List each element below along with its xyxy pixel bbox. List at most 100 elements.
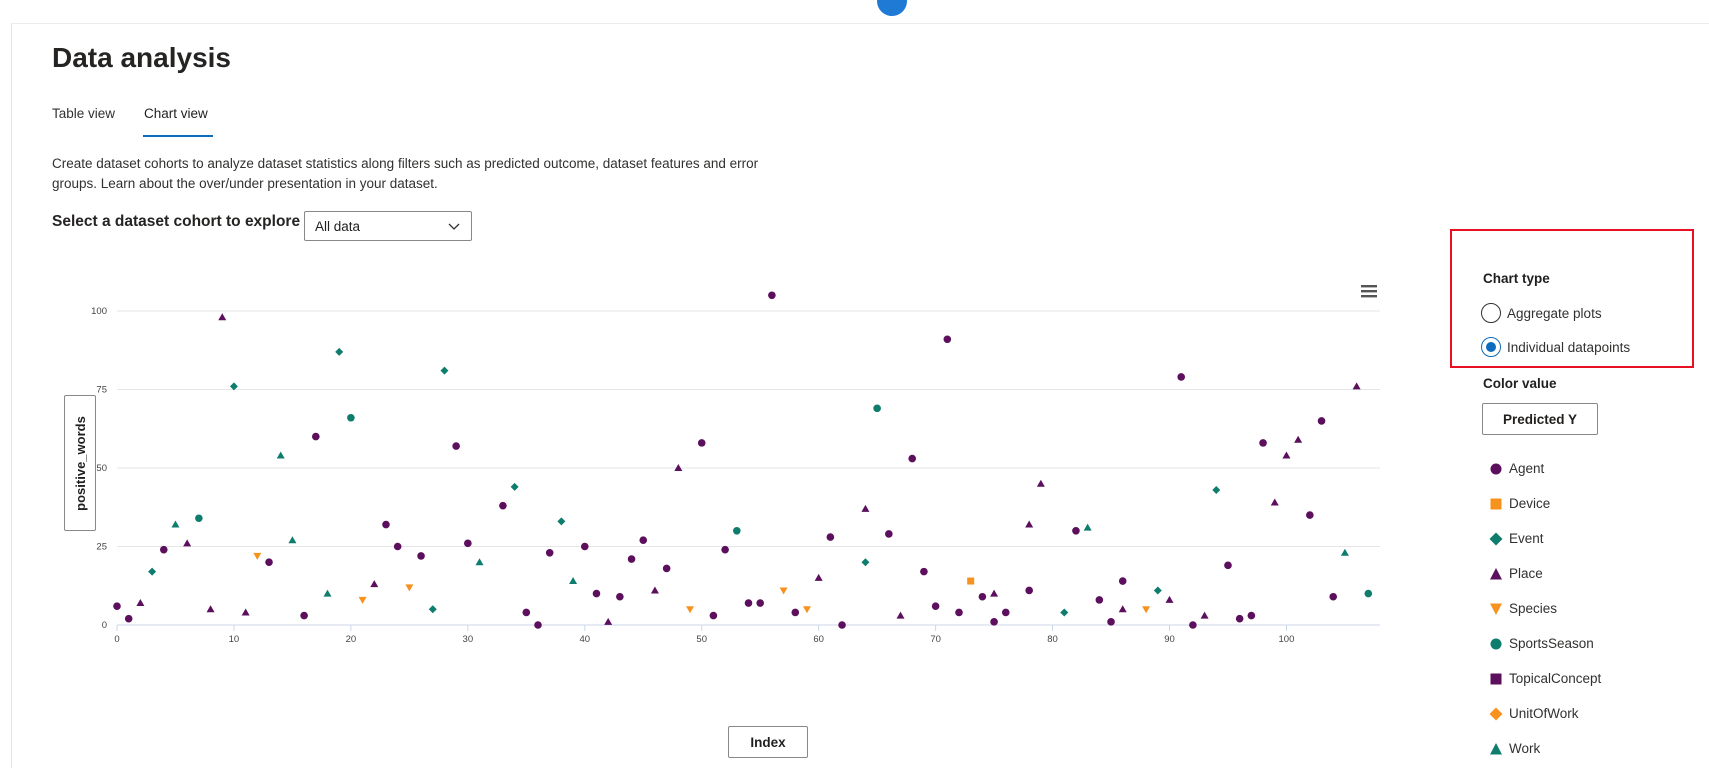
legend-item-agent[interactable]: Agent: [1489, 451, 1601, 486]
x-axis-selector-button[interactable]: Index: [728, 726, 808, 758]
point-place: [1270, 498, 1279, 506]
point-agent: [1259, 439, 1267, 447]
point-work: [475, 558, 484, 566]
info-badge-icon[interactable]: [877, 0, 907, 16]
page-description: Create dataset cohorts to analyze datase…: [52, 156, 759, 191]
point-agent: [1177, 373, 1185, 381]
point-sportsseason: [195, 514, 203, 523]
point-place: [990, 589, 999, 597]
point-agent: [1118, 577, 1127, 585]
diamond-icon: [1489, 707, 1503, 720]
radio-aggregate-plots[interactable]: Aggregate plots: [1481, 303, 1602, 323]
point-agent: [1224, 561, 1232, 570]
y-tick-label: 25: [96, 542, 107, 553]
point-species: [686, 606, 695, 614]
legend-item-place[interactable]: Place: [1489, 556, 1601, 591]
point-agent: [124, 614, 133, 623]
point-event: [428, 605, 437, 614]
legend-item-event[interactable]: Event: [1489, 521, 1601, 556]
triangle-down-icon: [1490, 603, 1502, 615]
point-species: [802, 606, 811, 614]
circle-icon: [1490, 638, 1502, 649]
point-event: [335, 347, 344, 356]
point-agent: [1025, 586, 1033, 595]
diamond-icon: [1489, 532, 1503, 545]
point-work: [569, 577, 578, 585]
point-agent: [885, 530, 893, 538]
legend-item-topicalconcept[interactable]: TopicalConcept: [1489, 661, 1601, 696]
y-axis-selector-button[interactable]: positive_words: [64, 395, 96, 531]
chart-legend: Agent Device Event Place Species SportsSeason…: [1489, 451, 1601, 766]
point-agent: [639, 536, 648, 545]
legend-label: Work: [1509, 741, 1541, 756]
point-agent: [1329, 592, 1338, 601]
point-sportsseason: [733, 527, 741, 535]
point-agent: [943, 335, 952, 344]
point-agent: [300, 611, 308, 620]
point-agent: [768, 291, 776, 300]
scatter-chart: 0 25 50 75 100 0 10 20 30 40 50 60 70 80 90 100: [91, 291, 1380, 645]
x-tick-label: 30: [463, 634, 474, 645]
point-place: [1294, 435, 1303, 443]
x-tick-label: 20: [346, 634, 357, 645]
frame-top-border: [11, 23, 1709, 24]
point-agent: [697, 439, 706, 447]
point-agent: [522, 608, 531, 617]
point-place: [1282, 451, 1291, 459]
point-agent: [627, 555, 636, 563]
point-place: [1036, 479, 1045, 487]
point-place: [218, 313, 227, 321]
point-agent: [955, 608, 963, 617]
legend-item-species[interactable]: Species: [1489, 591, 1601, 626]
point-agent: [1306, 511, 1314, 519]
legend-item-work[interactable]: Work: [1489, 731, 1601, 766]
point-place: [370, 580, 379, 588]
tab-chart-view[interactable]: Chart view: [144, 106, 208, 121]
legend-item-device[interactable]: Device: [1489, 486, 1601, 521]
square-icon: [1490, 498, 1502, 509]
legend-label: Species: [1509, 601, 1558, 616]
legend-label: Event: [1509, 531, 1544, 546]
point-sportsseason: [1364, 589, 1373, 598]
point-event: [510, 482, 519, 491]
legend-item-unitofwork[interactable]: UnitOfWork: [1489, 696, 1601, 731]
color-value-button[interactable]: Predicted Y: [1482, 403, 1598, 435]
radio-unchecked-icon: [1481, 303, 1501, 323]
point-agent: [1001, 608, 1010, 617]
cohort-dropdown[interactable]: All data: [304, 211, 472, 241]
point-work: [1340, 548, 1349, 556]
point-work: [1083, 523, 1092, 531]
tab-table-view[interactable]: Table view: [52, 106, 115, 121]
square-icon: [1490, 673, 1502, 684]
cohort-dropdown-value: All data: [315, 218, 361, 234]
radio-checked-icon: [1481, 337, 1501, 357]
point-species: [253, 552, 262, 560]
point-agent: [592, 589, 601, 598]
point-sportsseason: [347, 413, 355, 422]
radio-aggregate-label: Aggregate plots: [1507, 305, 1602, 321]
triangle-up-icon: [1490, 567, 1502, 579]
point-agent: [464, 539, 472, 548]
legend-label: Place: [1509, 566, 1543, 581]
x-tick-label: 100: [1279, 634, 1295, 645]
x-tick-label: 80: [1047, 634, 1058, 645]
point-agent: [534, 621, 542, 629]
legend-item-sportsseason[interactable]: SportsSeason: [1489, 626, 1601, 661]
radio-individual-datapoints[interactable]: Individual datapoints: [1481, 337, 1630, 357]
point-agent: [159, 545, 168, 554]
point-event: [861, 558, 870, 567]
point-sportsseason: [873, 404, 881, 413]
legend-label: UnitOfWork: [1509, 706, 1579, 721]
point-event: [1060, 608, 1069, 617]
point-work: [171, 520, 180, 528]
point-agent: [1235, 614, 1244, 623]
chart-menu-icon[interactable]: [1360, 283, 1378, 299]
page-title: Data analysis: [52, 42, 231, 73]
point-species: [779, 587, 788, 595]
point-species: [358, 596, 367, 604]
point-agent: [1095, 596, 1104, 604]
point-agent: [709, 611, 718, 620]
point-agent: [662, 564, 671, 573]
radio-individual-label: Individual datapoints: [1507, 339, 1631, 355]
frame-left-border: [11, 24, 12, 768]
